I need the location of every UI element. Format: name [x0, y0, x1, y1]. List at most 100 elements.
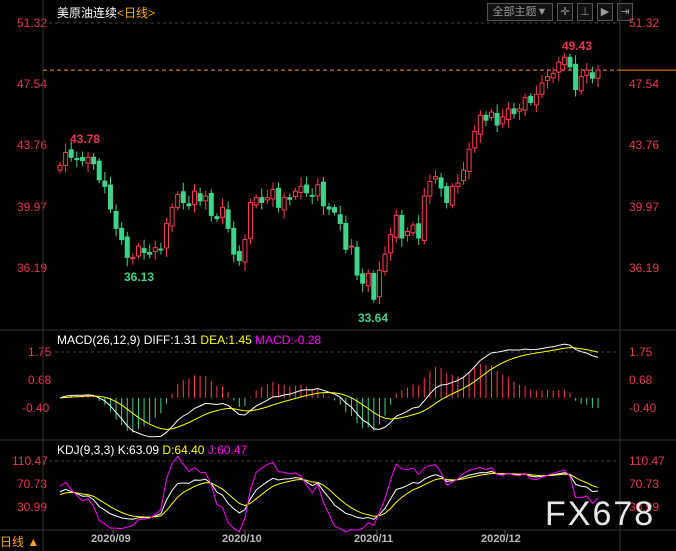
candle-body — [393, 214, 399, 238]
candle-body — [292, 190, 298, 198]
candle-body — [270, 189, 276, 200]
candle-body — [449, 185, 455, 206]
candle-body — [466, 148, 472, 172]
candle-body — [236, 251, 242, 262]
candle-body — [135, 245, 141, 257]
candle-body — [365, 272, 371, 287]
candle-body — [399, 214, 405, 239]
candle-body — [376, 269, 382, 298]
candle-body — [348, 245, 354, 248]
candle-body — [326, 206, 332, 210]
candle-body — [561, 56, 567, 66]
candle-body — [410, 224, 416, 234]
candle-body — [522, 97, 528, 111]
candle-body — [427, 180, 433, 197]
candle-body — [483, 114, 489, 121]
candle-body — [404, 231, 410, 236]
candle-body — [192, 190, 197, 205]
candle-body — [147, 252, 153, 255]
candle-body — [281, 197, 287, 211]
candle-body — [130, 256, 136, 260]
candle-body — [63, 151, 69, 166]
candle-body — [354, 246, 360, 276]
candle-body — [214, 216, 220, 220]
candle-body — [578, 76, 584, 92]
candle-body — [276, 187, 282, 208]
candle-body — [472, 130, 478, 149]
candle-body — [550, 72, 556, 79]
candle-body — [315, 184, 321, 197]
candle-body — [119, 227, 125, 241]
candle-body — [225, 209, 231, 229]
candle-body — [539, 82, 545, 95]
candle-body — [102, 180, 108, 187]
candle-body — [264, 197, 270, 201]
candle-body — [528, 95, 534, 103]
candle-body — [337, 214, 343, 224]
candle-body — [197, 193, 203, 202]
candle-body — [382, 253, 388, 273]
candle-body — [57, 164, 63, 171]
candle-body — [298, 185, 304, 193]
candle-body — [203, 195, 209, 202]
candle-body — [158, 248, 164, 251]
candle-body — [343, 222, 349, 250]
candle-body — [477, 114, 483, 135]
candle-body — [304, 184, 310, 194]
candle-body — [253, 197, 259, 206]
candle-body — [287, 197, 293, 200]
candle-body — [489, 111, 495, 119]
candle-body — [169, 206, 175, 227]
candle-body — [444, 186, 450, 203]
j-line — [59, 455, 599, 533]
dea-line — [59, 347, 599, 430]
candle-body — [163, 222, 169, 249]
candle-body — [186, 203, 192, 207]
candle-body — [595, 69, 601, 79]
candle-body — [113, 211, 119, 229]
candle-body — [332, 207, 338, 213]
candle-body — [567, 56, 573, 68]
candle-body — [91, 156, 97, 165]
candle-body — [416, 223, 422, 239]
watermark-logo: FX678 — [545, 495, 656, 533]
candle-body — [259, 197, 265, 203]
candle-body — [505, 108, 511, 121]
candle-body — [388, 234, 394, 254]
candle-body — [85, 156, 91, 164]
candle-body — [141, 248, 147, 254]
candle-body — [96, 160, 102, 181]
candle-body — [455, 182, 461, 187]
candle-body — [556, 61, 562, 73]
candle-body — [432, 176, 438, 180]
candle-body — [584, 69, 590, 76]
candle-body — [500, 116, 506, 125]
diff-line — [59, 343, 599, 438]
candle-body — [107, 184, 113, 210]
candle-body — [461, 169, 466, 182]
candle-body — [180, 191, 186, 203]
candle-body — [320, 181, 326, 207]
candle-body — [421, 195, 427, 242]
candle-body — [231, 227, 237, 255]
d-line — [59, 472, 599, 518]
candle-body — [545, 76, 551, 81]
candle-body — [124, 236, 130, 258]
candle-body — [573, 63, 579, 90]
candle-body — [533, 93, 539, 106]
candle-body — [248, 201, 254, 239]
candle-body — [68, 149, 74, 158]
candle-body — [175, 193, 181, 208]
price-chart — [0, 0, 676, 551]
candle-body — [517, 108, 523, 112]
candle-body — [79, 157, 85, 162]
candle-body — [220, 206, 226, 218]
candle-body — [309, 194, 315, 197]
candle-body — [360, 273, 366, 284]
candle-body — [438, 177, 444, 189]
candle-body — [511, 108, 517, 115]
candle-body — [589, 72, 595, 79]
candle-body — [208, 192, 214, 216]
candle-body — [494, 112, 500, 126]
candle-body — [371, 272, 377, 300]
